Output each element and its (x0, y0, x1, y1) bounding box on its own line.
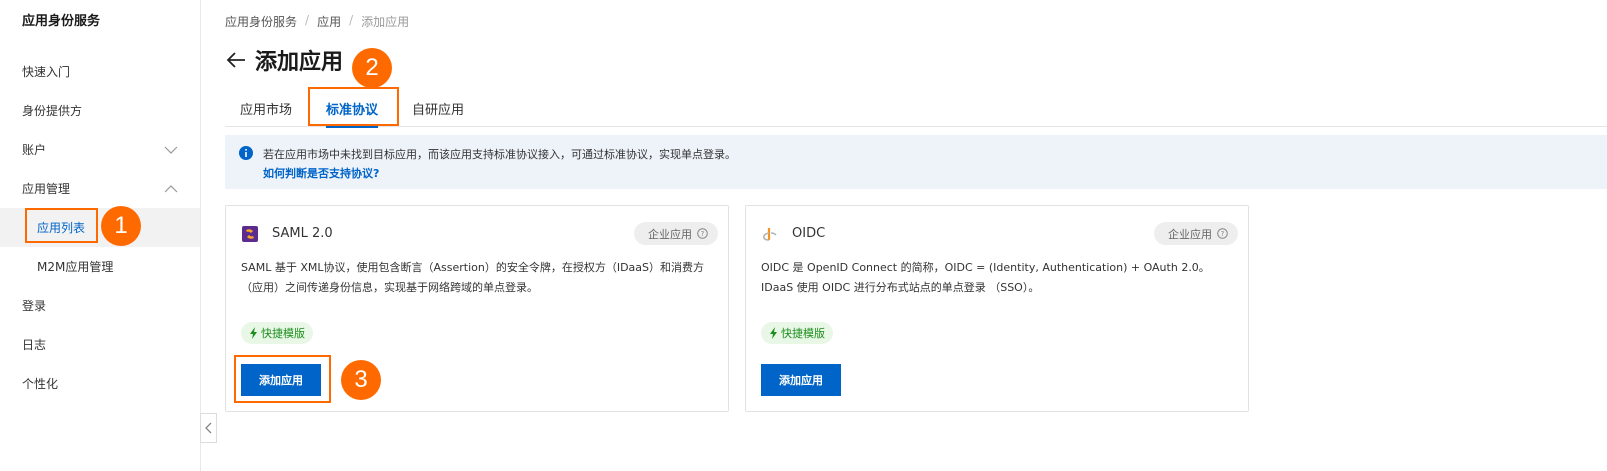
sidebar-item-label: 身份提供方 (22, 104, 83, 118)
breadcrumb: 应用身份服务 / 应用 / 添加应用 (225, 13, 409, 30)
badge-label: 企业应用 (1168, 227, 1212, 241)
page-header: 添加应用 (225, 44, 343, 76)
tag-label: 快捷模版 (781, 327, 825, 340)
add-saml-app-button[interactable]: 添加应用 (241, 364, 321, 396)
quick-template-tag: 快捷模版 (241, 322, 313, 344)
breadcrumb-separator: / (349, 13, 354, 27)
sidebar: 应用身份服务 快速入门 身份提供方 账户 应用管理 应用列表 M2M应用管理 登… (0, 0, 201, 471)
sidebar-item-identity-provider[interactable]: 身份提供方 (0, 91, 200, 130)
tab-custom-app[interactable]: 自研应用 (412, 90, 464, 127)
tab-label: 标准协议 (326, 103, 379, 118)
protocol-help-link[interactable]: 如何判断是否支持协议? (263, 165, 379, 181)
breadcrumb-item-apps[interactable]: 应用 (317, 13, 341, 30)
sidebar-item-label: 日志 (22, 338, 47, 352)
add-oidc-app-button[interactable]: 添加应用 (761, 364, 841, 396)
tab-label: 应用市场 (240, 103, 293, 118)
lightning-icon (770, 327, 777, 339)
back-arrow-icon[interactable] (225, 49, 247, 71)
lightning-icon (250, 327, 257, 339)
sidebar-item-label: 应用列表 (37, 221, 86, 235)
info-notice: 若在应用市场中未找到目标应用，而该应用支持标准协议接入，可通过标准协议，实现单点… (225, 135, 1607, 189)
saml-card: SAML 2.0 企业应用 ? SAML 基于 XML协议，使用包含断言（Ass… (225, 205, 729, 412)
question-icon[interactable]: ? (1217, 228, 1228, 239)
sidebar-item-label: 登录 (22, 299, 47, 313)
tab-app-market[interactable]: 应用市场 (240, 90, 292, 127)
card-title: OIDC (792, 226, 826, 241)
sidebar-item-label: 快速入门 (22, 65, 71, 79)
tab-label: 自研应用 (412, 103, 465, 118)
sidebar-item-logs[interactable]: 日志 (0, 325, 200, 364)
sidebar-title: 应用身份服务 (22, 14, 101, 29)
tag-label: 快捷模版 (261, 327, 305, 340)
enterprise-app-badge: 企业应用 ? (1154, 222, 1238, 245)
sidebar-item-app-list[interactable]: 应用列表 (0, 208, 200, 247)
breadcrumb-item-current: 添加应用 (361, 15, 410, 29)
chevron-down-icon (164, 146, 178, 154)
svg-text:?: ? (1221, 230, 1225, 238)
step-marker-1: 1 (101, 206, 141, 246)
oidc-logo-icon (763, 228, 777, 241)
sidebar-item-label: M2M应用管理 (37, 260, 114, 274)
card-description: SAML 基于 XML协议，使用包含断言（Assertion）的安全令牌，在授权… (241, 261, 705, 294)
sidebar-collapse-button[interactable] (200, 413, 217, 443)
badge-label: 企业应用 (648, 227, 692, 241)
sidebar-item-label: 应用管理 (22, 182, 71, 196)
sidebar-item-quickstart[interactable]: 快速入门 (0, 52, 200, 91)
breadcrumb-item-service[interactable]: 应用身份服务 (225, 13, 297, 30)
sidebar-item-m2m-apps[interactable]: M2M应用管理 (0, 247, 200, 286)
enterprise-app-badge: 企业应用 ? (634, 222, 718, 245)
sidebar-item-label: 个性化 (22, 377, 59, 391)
info-icon (239, 146, 253, 160)
card-description: OIDC 是 OpenID Connect 的简称，OIDC = (Identi… (761, 261, 1210, 294)
step-marker-3: 3 (341, 360, 381, 400)
chevron-up-icon (164, 185, 178, 193)
sidebar-item-accounts[interactable]: 账户 (0, 130, 200, 169)
notice-text: 若在应用市场中未找到目标应用，而该应用支持标准协议接入，可通过标准协议，实现单点… (263, 148, 736, 161)
sidebar-item-personalize[interactable]: 个性化 (0, 364, 200, 403)
saml-logo-icon (242, 226, 258, 242)
step-marker-2: 2 (352, 48, 392, 88)
chevron-left-icon (204, 422, 211, 434)
svg-text:?: ? (701, 230, 705, 238)
question-icon[interactable]: ? (697, 228, 708, 239)
tab-standard-protocol[interactable]: 标准协议 (326, 90, 379, 128)
breadcrumb-separator: / (305, 13, 310, 27)
sidebar-item-label: 账户 (22, 143, 47, 157)
page-title: 添加应用 (255, 50, 344, 75)
sidebar-item-login[interactable]: 登录 (0, 286, 200, 325)
sidebar-item-app-management[interactable]: 应用管理 (0, 169, 200, 208)
card-title: SAML 2.0 (272, 226, 333, 241)
quick-template-tag: 快捷模版 (761, 322, 833, 344)
tab-bar: 应用市场 标准协议 自研应用 (225, 90, 1607, 128)
oidc-card: OIDC 企业应用 ? OIDC 是 OpenID Connect 的简称，OI… (745, 205, 1249, 412)
